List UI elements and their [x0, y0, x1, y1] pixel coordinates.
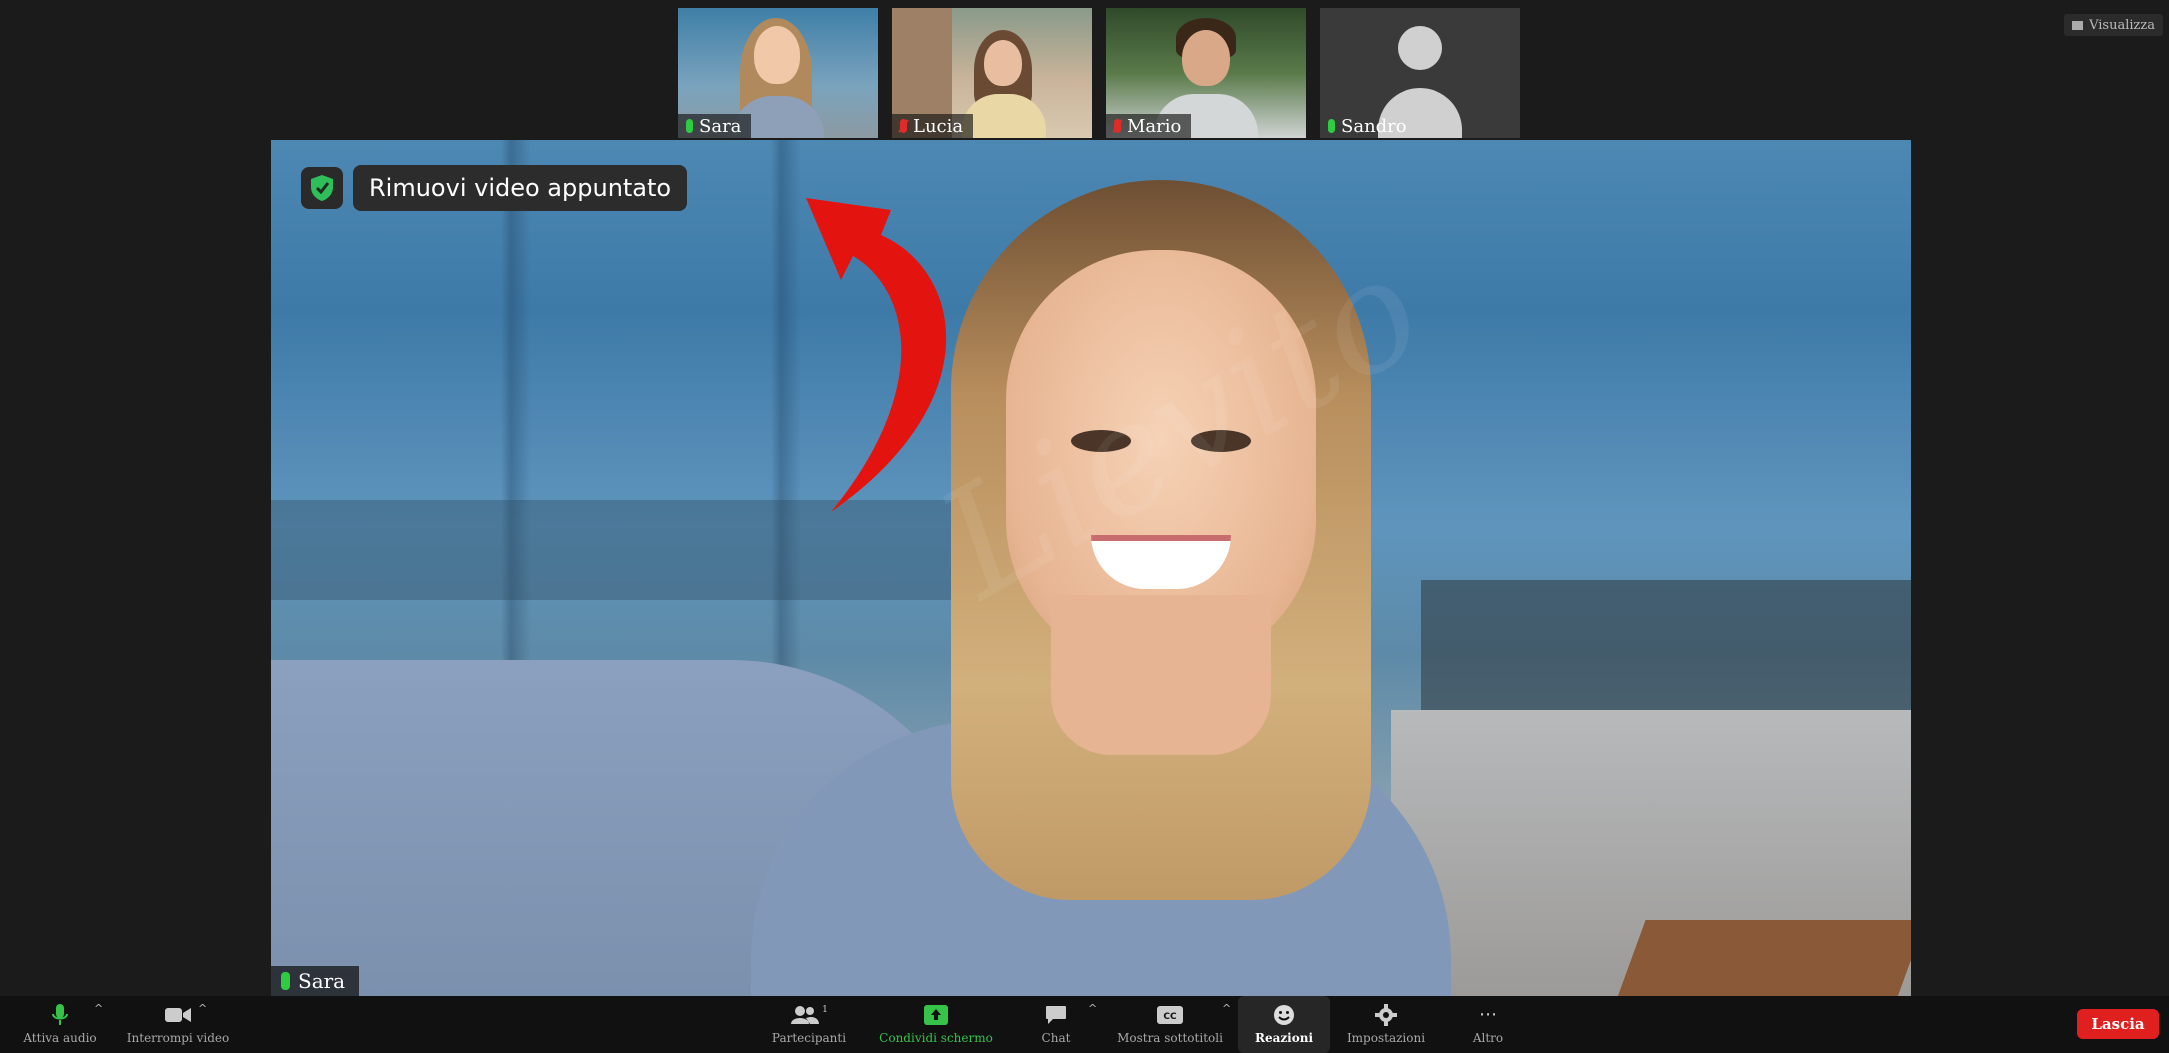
speaker-name: Sara	[298, 969, 346, 993]
share-screen-icon	[924, 1004, 948, 1025]
avatar-head-icon	[1398, 26, 1442, 70]
thumbnail-mario[interactable]: Mario	[1106, 8, 1306, 138]
participants-count: 1	[822, 1004, 828, 1015]
share-label: Condividi schermo	[879, 1030, 993, 1045]
mute-audio-button[interactable]: Attiva audio	[14, 996, 106, 1053]
meeting-window: Visualizza Sara Lucia Mario Sandro Rimuo…	[0, 0, 2169, 1053]
reactions-label: Reazioni	[1254, 1030, 1314, 1045]
grid-view-icon	[2072, 20, 2084, 30]
mic-muted-icon	[900, 119, 907, 133]
participant-name: Lucia	[913, 115, 964, 137]
settings-label: Impostazioni	[1346, 1030, 1426, 1045]
gear-icon	[1375, 1003, 1397, 1026]
video-options-caret-icon[interactable]: ^	[198, 1002, 207, 1015]
mic-on-icon	[686, 119, 693, 133]
svg-text:CC: CC	[1163, 1012, 1177, 1022]
mic-on-icon	[1328, 119, 1335, 133]
meeting-toolbar: Attiva audio ^ Interrompi video ^ 1 Part…	[0, 996, 2169, 1053]
pinned-video[interactable]: Rimuovi video appuntato Lievito Sara	[271, 140, 1911, 996]
settings-button[interactable]: Impostazioni	[1336, 996, 1436, 1053]
face-shape	[754, 26, 800, 84]
captions-button[interactable]: CC Mostra sottotitoli	[1112, 996, 1228, 1053]
speaker-name-bar: Sara	[271, 966, 360, 996]
smiley-icon	[1273, 1004, 1295, 1025]
video-label: Interrompi video	[126, 1030, 230, 1045]
participants-button[interactable]: 1 Partecipanti	[762, 996, 856, 1053]
unpin-video-button[interactable]: Rimuovi video appuntato	[353, 165, 688, 211]
chat-options-caret-icon[interactable]: ^	[1088, 1002, 1097, 1015]
camera-icon	[165, 1005, 191, 1025]
audio-options-caret-icon[interactable]: ^	[94, 1002, 103, 1015]
closed-captions-icon: CC	[1157, 1005, 1183, 1025]
thumbnail-name-bar: Lucia	[892, 114, 974, 138]
thumbnail-name-bar: Sara	[678, 114, 752, 138]
unpin-video-control[interactable]: Rimuovi video appuntato	[301, 165, 688, 211]
reactions-button[interactable]: Reazioni	[1238, 996, 1330, 1053]
thumbnail-strip: Sara Lucia Mario Sandro	[678, 8, 1520, 138]
thumbnail-sandro[interactable]: Sandro	[1320, 8, 1520, 138]
captions-options-caret-icon[interactable]: ^	[1222, 1002, 1231, 1015]
face-shape	[984, 40, 1022, 86]
more-button[interactable]: ⋯ Altro	[1464, 996, 1512, 1053]
stop-video-button[interactable]: Interrompi video	[118, 996, 238, 1053]
thumbnail-name-bar: Mario	[1106, 114, 1192, 138]
thumbnail-sara[interactable]: Sara	[678, 8, 878, 138]
participant-name: Sandro	[1341, 115, 1407, 137]
chat-label: Chat	[1041, 1030, 1071, 1045]
face-shape	[1182, 30, 1230, 86]
share-screen-button[interactable]: Condividi schermo	[868, 996, 1004, 1053]
audio-label: Attiva audio	[23, 1030, 97, 1045]
mic-on-icon	[281, 972, 290, 990]
captions-label: Mostra sottotitoli	[1117, 1030, 1223, 1045]
more-label: Altro	[1472, 1030, 1504, 1045]
leave-button[interactable]: Lascia	[2077, 1009, 2159, 1039]
participant-name: Mario	[1127, 115, 1182, 137]
participants-label: Partecipanti	[771, 1030, 847, 1045]
participants-icon: 1	[790, 1005, 828, 1025]
view-label: Visualizza	[2089, 17, 2155, 33]
view-button[interactable]: Visualizza	[2064, 14, 2163, 36]
microphone-icon	[51, 1003, 69, 1025]
participant-name: Sara	[699, 115, 742, 137]
chat-button[interactable]: Chat	[1030, 996, 1082, 1053]
thumbnail-name-bar: Sandro	[1320, 114, 1417, 138]
ellipsis-icon: ⋯	[1479, 1004, 1497, 1025]
shield-icon	[301, 167, 343, 209]
chat-icon	[1045, 1005, 1067, 1025]
thumbnail-lucia[interactable]: Lucia	[892, 8, 1092, 138]
mic-muted-icon	[1114, 119, 1121, 133]
